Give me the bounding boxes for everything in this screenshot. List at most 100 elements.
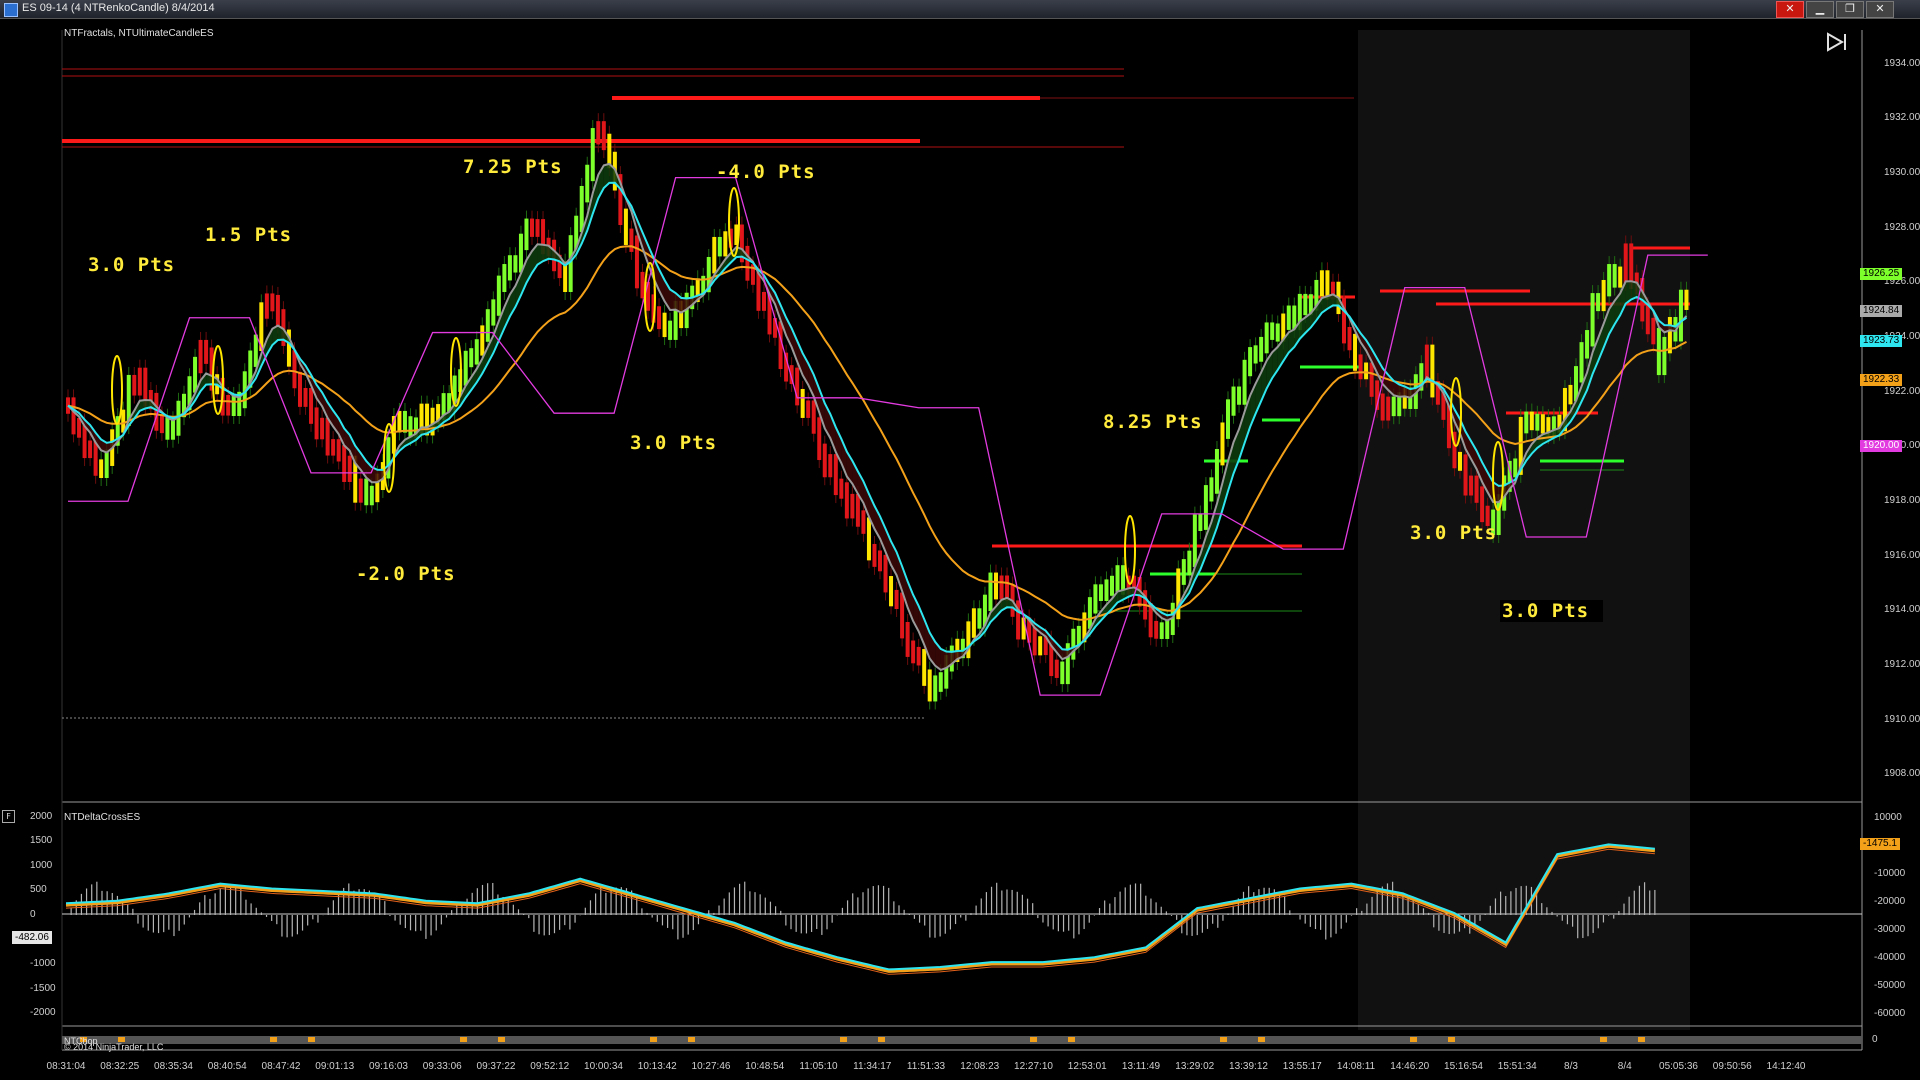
candle-body xyxy=(994,572,998,600)
candle-body xyxy=(270,293,275,312)
candle-body xyxy=(1380,393,1385,421)
candle-body xyxy=(817,417,822,461)
candle-body xyxy=(911,640,916,664)
candle-body xyxy=(1060,661,1065,685)
candle-body xyxy=(474,339,479,365)
price-tick: 1928.00 xyxy=(1884,221,1920,233)
candle-body xyxy=(1651,317,1656,345)
candle-body xyxy=(800,388,805,418)
candle-body xyxy=(1032,626,1037,656)
candle-body xyxy=(1203,485,1208,530)
time-tick: 10:27:46 xyxy=(691,1061,731,1072)
candle-body xyxy=(1585,330,1590,359)
candle-body xyxy=(1391,396,1396,417)
candle-body xyxy=(518,233,523,273)
candle-body xyxy=(866,517,871,561)
price-tick: 1916.00 xyxy=(1884,549,1920,561)
candle-body xyxy=(325,417,330,456)
chop-dot xyxy=(270,1037,277,1042)
time-tick: 11:05:10 xyxy=(799,1061,838,1072)
chop-axis-tick: 0 xyxy=(1872,1034,1878,1045)
time-tick: 11:34:17 xyxy=(853,1061,892,1072)
price-chart[interactable] xyxy=(0,0,1920,1080)
candle-body xyxy=(1038,636,1043,656)
time-tick: 13:29:02 xyxy=(1175,1061,1215,1072)
indicator-left-tick: 1000 xyxy=(30,859,53,871)
price-tick: 1922.00 xyxy=(1884,385,1920,397)
candle-body xyxy=(491,299,496,326)
candle-body xyxy=(226,394,231,416)
candle-body xyxy=(717,236,722,257)
chop-dot xyxy=(840,1037,847,1042)
candle-body xyxy=(132,374,137,396)
indicator-left-tick: -2000 xyxy=(30,1007,56,1019)
candle-body xyxy=(590,128,595,182)
chop-dot xyxy=(1068,1037,1075,1042)
candle-body xyxy=(922,649,927,686)
indicator-left-tag: -482.06 xyxy=(12,931,52,944)
candle-body xyxy=(1369,362,1374,397)
signal-ovals xyxy=(111,187,1504,585)
candle-body xyxy=(275,294,280,326)
candle-body xyxy=(1071,628,1076,660)
candle-body xyxy=(502,264,507,293)
candle-body xyxy=(1430,344,1435,398)
candle-body xyxy=(833,454,838,496)
indicator-left-tick: -1000 xyxy=(30,958,56,970)
time-tick: 15:51:34 xyxy=(1497,1061,1537,1072)
time-tick: 12:53:01 xyxy=(1067,1061,1107,1072)
candle-body xyxy=(1270,322,1275,340)
chop-dot xyxy=(1410,1037,1417,1042)
price-tick: 1930.00 xyxy=(1884,167,1920,178)
candle-body xyxy=(1242,359,1247,405)
indicator-right-tick: -20000 xyxy=(1874,896,1906,907)
candle-body xyxy=(1623,243,1628,283)
candle-body xyxy=(1319,270,1324,297)
f-button[interactable]: F xyxy=(2,810,15,823)
candle-body xyxy=(927,669,932,702)
annotation-pts: -4.0 Pts xyxy=(716,161,816,183)
chop-dot xyxy=(1600,1037,1607,1042)
chop-dot xyxy=(650,1037,657,1042)
candle-body xyxy=(839,478,844,499)
candle-body xyxy=(71,397,76,435)
time-tick: 09:16:03 xyxy=(369,1061,408,1072)
candle-body xyxy=(1645,305,1650,335)
candle-body xyxy=(850,493,855,519)
indicator-right-tick: -50000 xyxy=(1874,980,1906,991)
time-tick: 05:05:36 xyxy=(1659,1061,1698,1072)
candle-body xyxy=(1618,266,1623,288)
chop-dot xyxy=(1638,1037,1645,1042)
signal-oval xyxy=(111,355,123,425)
candle-body xyxy=(331,439,336,456)
annotation-pts: -2.0 Pts xyxy=(356,563,456,585)
candle-body xyxy=(397,410,402,433)
candle-body xyxy=(916,646,921,666)
skip-to-end-icon[interactable] xyxy=(1826,32,1848,52)
indicator-left-tick: 2000 xyxy=(30,810,53,822)
candle-body xyxy=(253,334,258,367)
candle-body xyxy=(104,449,109,478)
indicator-label: NTDeltaCrossES xyxy=(64,812,141,823)
candle-body xyxy=(811,400,816,434)
candle-body xyxy=(889,576,894,607)
indicator-left-tick: -1500 xyxy=(30,982,56,994)
candle-body xyxy=(723,231,728,257)
candle-body xyxy=(358,478,363,503)
candle-body xyxy=(88,440,93,459)
time-tick: 08:32:25 xyxy=(100,1061,140,1072)
time-tick: 09:01:13 xyxy=(315,1061,355,1072)
candle-body xyxy=(320,417,325,440)
candle-body xyxy=(1264,322,1269,354)
candle-body xyxy=(861,510,866,534)
time-tick: 14:46:20 xyxy=(1390,1061,1430,1072)
candle-body xyxy=(971,608,976,638)
candle-body xyxy=(1054,659,1059,678)
candle-body xyxy=(1110,575,1114,596)
candle-body xyxy=(347,455,352,482)
price-indicators-label: NTFractals, NTUltimateCandleES xyxy=(64,28,214,39)
candle-body xyxy=(623,208,628,245)
price-tick: 1912.00 xyxy=(1884,659,1920,670)
candle-body xyxy=(657,306,662,330)
candle-body xyxy=(264,293,269,319)
